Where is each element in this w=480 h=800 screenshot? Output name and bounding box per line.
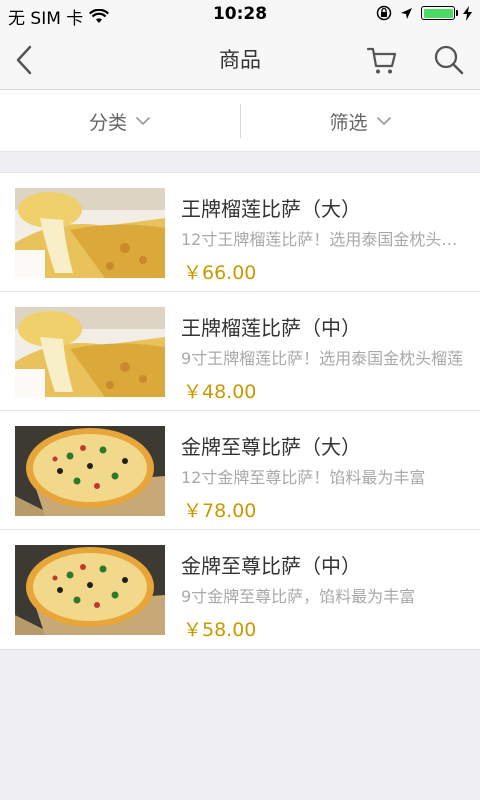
category-label: 分类 <box>88 111 127 134</box>
product-name: 金牌至尊比萨（中） <box>181 554 361 578</box>
product-image <box>15 307 165 397</box>
product-list: 王牌榴莲比萨（大） 12寸王牌榴莲比萨！选用泰国金枕头榴莲 ￥66.00 王牌榴… <box>0 172 480 650</box>
chevron-down-icon <box>376 116 391 126</box>
product-name: 王牌榴莲比萨（大） <box>181 197 361 221</box>
cart-icon[interactable] <box>365 43 399 77</box>
product-item[interactable]: 王牌榴莲比萨（大） 12寸王牌榴莲比萨！选用泰国金枕头榴莲 ￥66.00 <box>0 173 480 292</box>
product-price: ￥48.00 <box>183 381 257 403</box>
battery-icon <box>421 6 458 20</box>
status-right <box>376 5 472 21</box>
status-bar: 无 SIM 卡 10:28 <box>0 0 480 30</box>
product-item[interactable]: 王牌榴莲比萨（中） 9寸王牌榴莲比萨！选用泰国金枕头榴莲 ￥48.00 <box>0 292 480 411</box>
product-item[interactable]: 金牌至尊比萨（大） 12寸金牌至尊比萨！馅料最为丰富 ￥78.00 <box>0 411 480 530</box>
product-description: 9寸王牌榴莲比萨！选用泰国金枕头榴莲 <box>181 349 464 368</box>
product-price: ￥66.00 <box>183 262 257 284</box>
navigation-bar: 商品 <box>0 30 480 90</box>
product-name: 王牌榴莲比萨（中） <box>181 316 361 340</box>
product-name: 金牌至尊比萨（大） <box>181 435 361 459</box>
category-dropdown[interactable]: 分类 <box>0 90 240 152</box>
product-price: ￥58.00 <box>183 619 257 641</box>
filter-dropdown[interactable]: 筛选 <box>241 90 480 152</box>
product-image <box>15 545 165 635</box>
product-description: 12寸王牌榴莲比萨！选用泰国金枕头榴莲 <box>181 230 466 249</box>
product-image <box>15 188 165 278</box>
product-description: 9寸金牌至尊比萨，馅料最为丰富 <box>181 587 416 606</box>
product-description: 12寸金牌至尊比萨！馅料最为丰富 <box>181 468 426 487</box>
chevron-down-icon <box>135 116 151 126</box>
orientation-lock-icon <box>376 5 392 21</box>
product-item[interactable]: 金牌至尊比萨（中） 9寸金牌至尊比萨，馅料最为丰富 ￥58.00 <box>0 530 480 649</box>
page-title: 商品 <box>219 48 261 72</box>
charging-bolt-icon <box>463 5 472 21</box>
filter-bar: 分类 筛选 <box>0 90 480 152</box>
product-image <box>15 426 165 516</box>
location-arrow-icon <box>401 7 412 19</box>
filter-label: 筛选 <box>329 111 368 134</box>
product-price: ￥78.00 <box>183 500 257 522</box>
search-icon[interactable] <box>432 43 466 77</box>
